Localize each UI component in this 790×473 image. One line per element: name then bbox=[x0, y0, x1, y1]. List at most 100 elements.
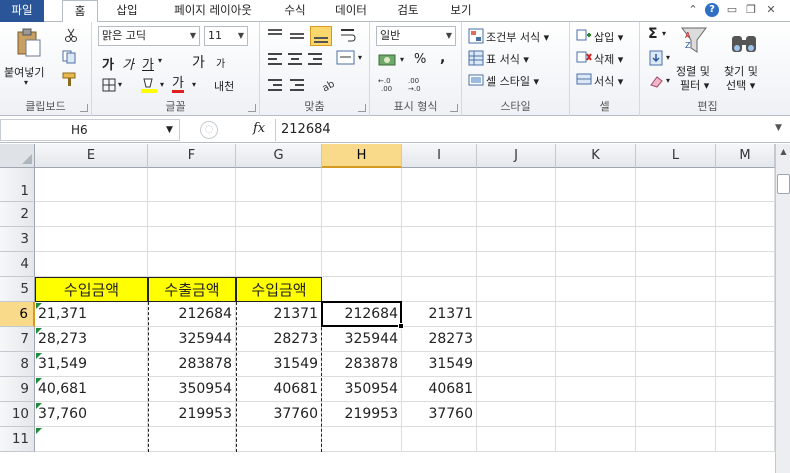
orientation-icon[interactable]: ab bbox=[320, 76, 338, 92]
cell-e9[interactable]: 40,681 bbox=[35, 377, 148, 402]
cell-m6[interactable] bbox=[716, 302, 775, 327]
fill-color-icon[interactable] bbox=[140, 76, 160, 94]
cell-j3[interactable] bbox=[477, 227, 556, 252]
paste-button[interactable]: 붙여넣기 ▾ bbox=[4, 26, 54, 87]
tab-data[interactable]: 데이터 bbox=[330, 0, 372, 22]
cell-l10[interactable] bbox=[636, 402, 716, 427]
cell-g1[interactable] bbox=[236, 168, 322, 202]
cell-e10[interactable]: 37,760 bbox=[35, 402, 148, 427]
cell-l1[interactable] bbox=[636, 168, 716, 202]
column-header-j[interactable]: J bbox=[477, 144, 556, 168]
cell-g4[interactable] bbox=[236, 252, 322, 277]
cell-i7[interactable]: 28273 bbox=[402, 327, 477, 352]
find-select-icon[interactable] bbox=[730, 28, 760, 56]
cell-e11[interactable] bbox=[35, 427, 148, 452]
formula-input[interactable]: 212684 bbox=[275, 119, 775, 141]
cell-m1[interactable] bbox=[716, 168, 775, 202]
cell-l3[interactable] bbox=[636, 227, 716, 252]
column-header-i[interactable]: I bbox=[402, 144, 477, 168]
chevron-down-icon[interactable]: ▾ bbox=[400, 55, 404, 64]
cell-g7[interactable]: 28273 bbox=[236, 327, 322, 352]
decrease-decimal-icon[interactable]: .00→.0 bbox=[408, 76, 432, 92]
format-cells-icon[interactable] bbox=[576, 72, 592, 86]
font-name-combo[interactable]: 맑은 고딕 ▼ bbox=[98, 26, 200, 46]
scroll-up-icon[interactable]: ▲ bbox=[777, 145, 790, 159]
close-icon[interactable]: ✕ bbox=[764, 3, 778, 17]
cell-m11[interactable] bbox=[716, 427, 775, 452]
cell-e1[interactable] bbox=[35, 168, 148, 202]
cell-g11[interactable] bbox=[236, 427, 322, 452]
cell-h3[interactable] bbox=[322, 227, 402, 252]
cell-k7[interactable] bbox=[556, 327, 636, 352]
cell-m4[interactable] bbox=[716, 252, 775, 277]
row-header-9[interactable]: 9 bbox=[0, 377, 35, 402]
cell-g5[interactable]: 수입금액 bbox=[236, 277, 322, 302]
cell-l7[interactable] bbox=[636, 327, 716, 352]
insert-cells-button[interactable]: 삽입 ▾ bbox=[594, 29, 623, 45]
number-format-combo[interactable]: 일반 ▼ bbox=[376, 26, 456, 46]
currency-icon[interactable] bbox=[378, 52, 400, 68]
sort-filter-button[interactable]: 필터 ▾ bbox=[680, 77, 709, 93]
cell-h1[interactable] bbox=[322, 168, 402, 202]
cell-j6[interactable] bbox=[477, 302, 556, 327]
row-header-7[interactable]: 7 bbox=[0, 327, 35, 352]
cell-m5[interactable] bbox=[716, 277, 775, 302]
cell-j1[interactable] bbox=[477, 168, 556, 202]
cell-g9[interactable]: 40681 bbox=[236, 377, 322, 402]
align-middle-button[interactable] bbox=[290, 28, 306, 42]
column-header-h[interactable]: H bbox=[322, 144, 402, 168]
cell-h9[interactable]: 350954 bbox=[322, 377, 402, 402]
chevron-down-icon[interactable]: ▾ bbox=[662, 29, 666, 38]
fill-handle[interactable] bbox=[398, 323, 404, 329]
cell-j4[interactable] bbox=[477, 252, 556, 277]
cell-k8[interactable] bbox=[556, 352, 636, 377]
row-header-1[interactable]: 1 bbox=[0, 168, 35, 202]
column-header-g[interactable]: G bbox=[236, 144, 322, 168]
bold-button[interactable]: 가 bbox=[102, 54, 114, 73]
help-icon[interactable]: ? bbox=[705, 3, 719, 17]
cell-i5[interactable] bbox=[402, 277, 477, 302]
cell-f8[interactable]: 283878 bbox=[148, 352, 236, 377]
cell-e2[interactable] bbox=[35, 202, 148, 227]
cell-h4[interactable] bbox=[322, 252, 402, 277]
align-top-button[interactable] bbox=[268, 28, 284, 42]
chevron-down-icon[interactable]: ▾ bbox=[118, 80, 122, 89]
column-header-f[interactable]: F bbox=[148, 144, 236, 168]
cell-g2[interactable] bbox=[236, 202, 322, 227]
tab-view[interactable]: 보기 bbox=[446, 0, 476, 22]
row-header-4[interactable]: 4 bbox=[0, 252, 35, 277]
font-color-button[interactable]: 가 bbox=[172, 77, 184, 93]
tab-home[interactable]: 홈 bbox=[62, 0, 98, 23]
cell-k2[interactable] bbox=[556, 202, 636, 227]
number-launcher-icon[interactable] bbox=[450, 104, 458, 112]
cell-j5[interactable] bbox=[477, 277, 556, 302]
cell-j11[interactable] bbox=[477, 427, 556, 452]
cell-l9[interactable] bbox=[636, 377, 716, 402]
cell-f7[interactable]: 325944 bbox=[148, 327, 236, 352]
cell-g6[interactable]: 21371 bbox=[236, 302, 322, 327]
chevron-down-icon[interactable]: ▾ bbox=[160, 80, 164, 89]
cell-j9[interactable] bbox=[477, 377, 556, 402]
cell-k4[interactable] bbox=[556, 252, 636, 277]
cell-f2[interactable] bbox=[148, 202, 236, 227]
horizontal-align-icons[interactable] bbox=[268, 52, 328, 66]
cell-k5[interactable] bbox=[556, 277, 636, 302]
grow-font-button[interactable]: 가 bbox=[192, 52, 205, 72]
cell-e8[interactable]: 31,549 bbox=[35, 352, 148, 377]
cell-k1[interactable] bbox=[556, 168, 636, 202]
cell-m2[interactable] bbox=[716, 202, 775, 227]
column-header-m[interactable]: M bbox=[716, 144, 775, 168]
name-box[interactable]: H6 ▼ bbox=[0, 119, 180, 141]
cell-j10[interactable] bbox=[477, 402, 556, 427]
phonetic-guide-button[interactable]: 내천 bbox=[214, 78, 234, 94]
cut-icon[interactable] bbox=[64, 28, 78, 42]
tab-formulas[interactable]: 수식 bbox=[280, 0, 310, 22]
formula-bar-handle-icon[interactable]: ◌ bbox=[200, 121, 218, 139]
cell-j2[interactable] bbox=[477, 202, 556, 227]
cell-m3[interactable] bbox=[716, 227, 775, 252]
chevron-down-icon[interactable]: ▾ bbox=[192, 80, 196, 89]
cell-l6[interactable] bbox=[636, 302, 716, 327]
cell-i10[interactable]: 37760 bbox=[402, 402, 477, 427]
autosum-icon[interactable]: Σ bbox=[648, 26, 658, 42]
cell-f1[interactable] bbox=[148, 168, 236, 202]
